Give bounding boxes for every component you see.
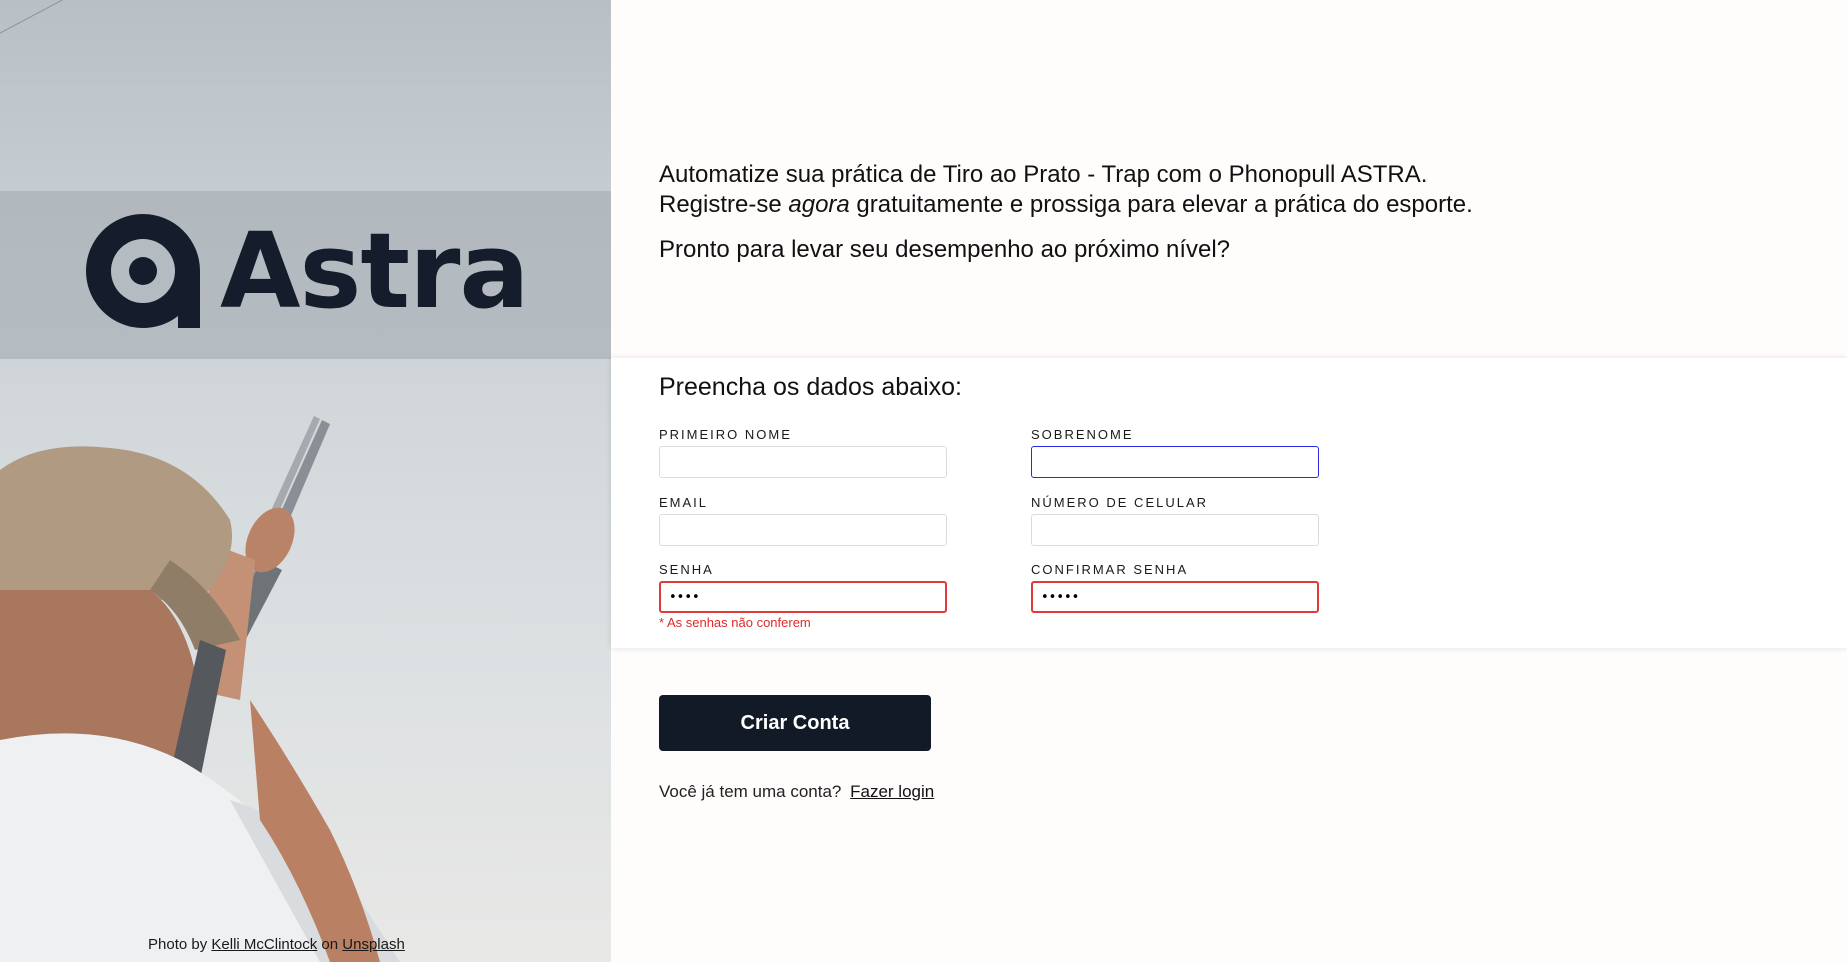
intro-emphasis: agora (788, 191, 850, 218)
last-name-input[interactable] (1031, 446, 1319, 478)
signup-form: Preencha os dados abaixo: PRIMEIRO NOME … (611, 358, 1847, 648)
login-link[interactable]: Fazer login (850, 782, 934, 801)
intro-line-1: Automatize sua prática de Tiro ao Prato … (659, 161, 1428, 188)
email-input[interactable] (659, 514, 947, 546)
phone-field: NÚMERO DE CELULAR (1031, 495, 1319, 546)
credit-site-link[interactable]: Unsplash (342, 936, 405, 953)
password-label: SENHA (659, 562, 714, 577)
credit-prefix: Photo by (148, 936, 208, 953)
form-title: Preencha os dados abaixo: (659, 373, 962, 401)
intro-section: Automatize sua prática de Tiro ao Prato … (659, 160, 1809, 265)
login-prompt: Você já tem uma conta? Fazer login (659, 782, 934, 802)
login-prompt-text: Você já tem uma conta? (659, 782, 842, 801)
phone-input[interactable] (1031, 514, 1319, 546)
first-name-input[interactable] (659, 446, 947, 478)
last-name-field: SOBRENOME (1031, 427, 1319, 478)
email-label: EMAIL (659, 495, 709, 510)
credit-author-link[interactable]: Kelli McClintock (211, 936, 317, 953)
credit-on: on (321, 936, 339, 953)
intro-line-2-suffix: gratuitamente e prossiga para elevar a p… (849, 191, 1473, 218)
brand-logo: Astra (84, 210, 530, 332)
photo-credit: Photo by Kelli McClintock on Unsplash (148, 936, 405, 953)
astra-logo-mark-icon (86, 214, 200, 328)
hero-photo-panel: Astra Photo by Kelli McClintock on Unspl… (0, 0, 611, 962)
first-name-field: PRIMEIRO NOME (659, 427, 947, 478)
intro-line-2: Registre-se agora gratuitamente e prossi… (659, 190, 1809, 220)
email-field: EMAIL (659, 495, 947, 546)
password-error-message: * As senhas não conferem (659, 615, 811, 630)
shooter-photo (0, 416, 400, 962)
confirm-password-label: CONFIRMAR SENHA (1031, 562, 1189, 577)
create-account-button[interactable]: Criar Conta (659, 695, 931, 751)
brand-name: Astra (220, 210, 530, 332)
intro-question: Pronto para levar seu desempenho ao próx… (659, 236, 1231, 263)
password-input[interactable] (659, 581, 947, 613)
intro-line-2-prefix: Registre-se (659, 191, 789, 218)
last-name-label: SOBRENOME (1031, 427, 1134, 442)
phone-label: NÚMERO DE CELULAR (1031, 495, 1209, 510)
confirm-password-input[interactable] (1031, 581, 1319, 613)
first-name-label: PRIMEIRO NOME (659, 427, 792, 442)
password-field: SENHA * As senhas não conferem (659, 562, 947, 630)
confirm-password-field: CONFIRMAR SENHA (1031, 562, 1319, 613)
